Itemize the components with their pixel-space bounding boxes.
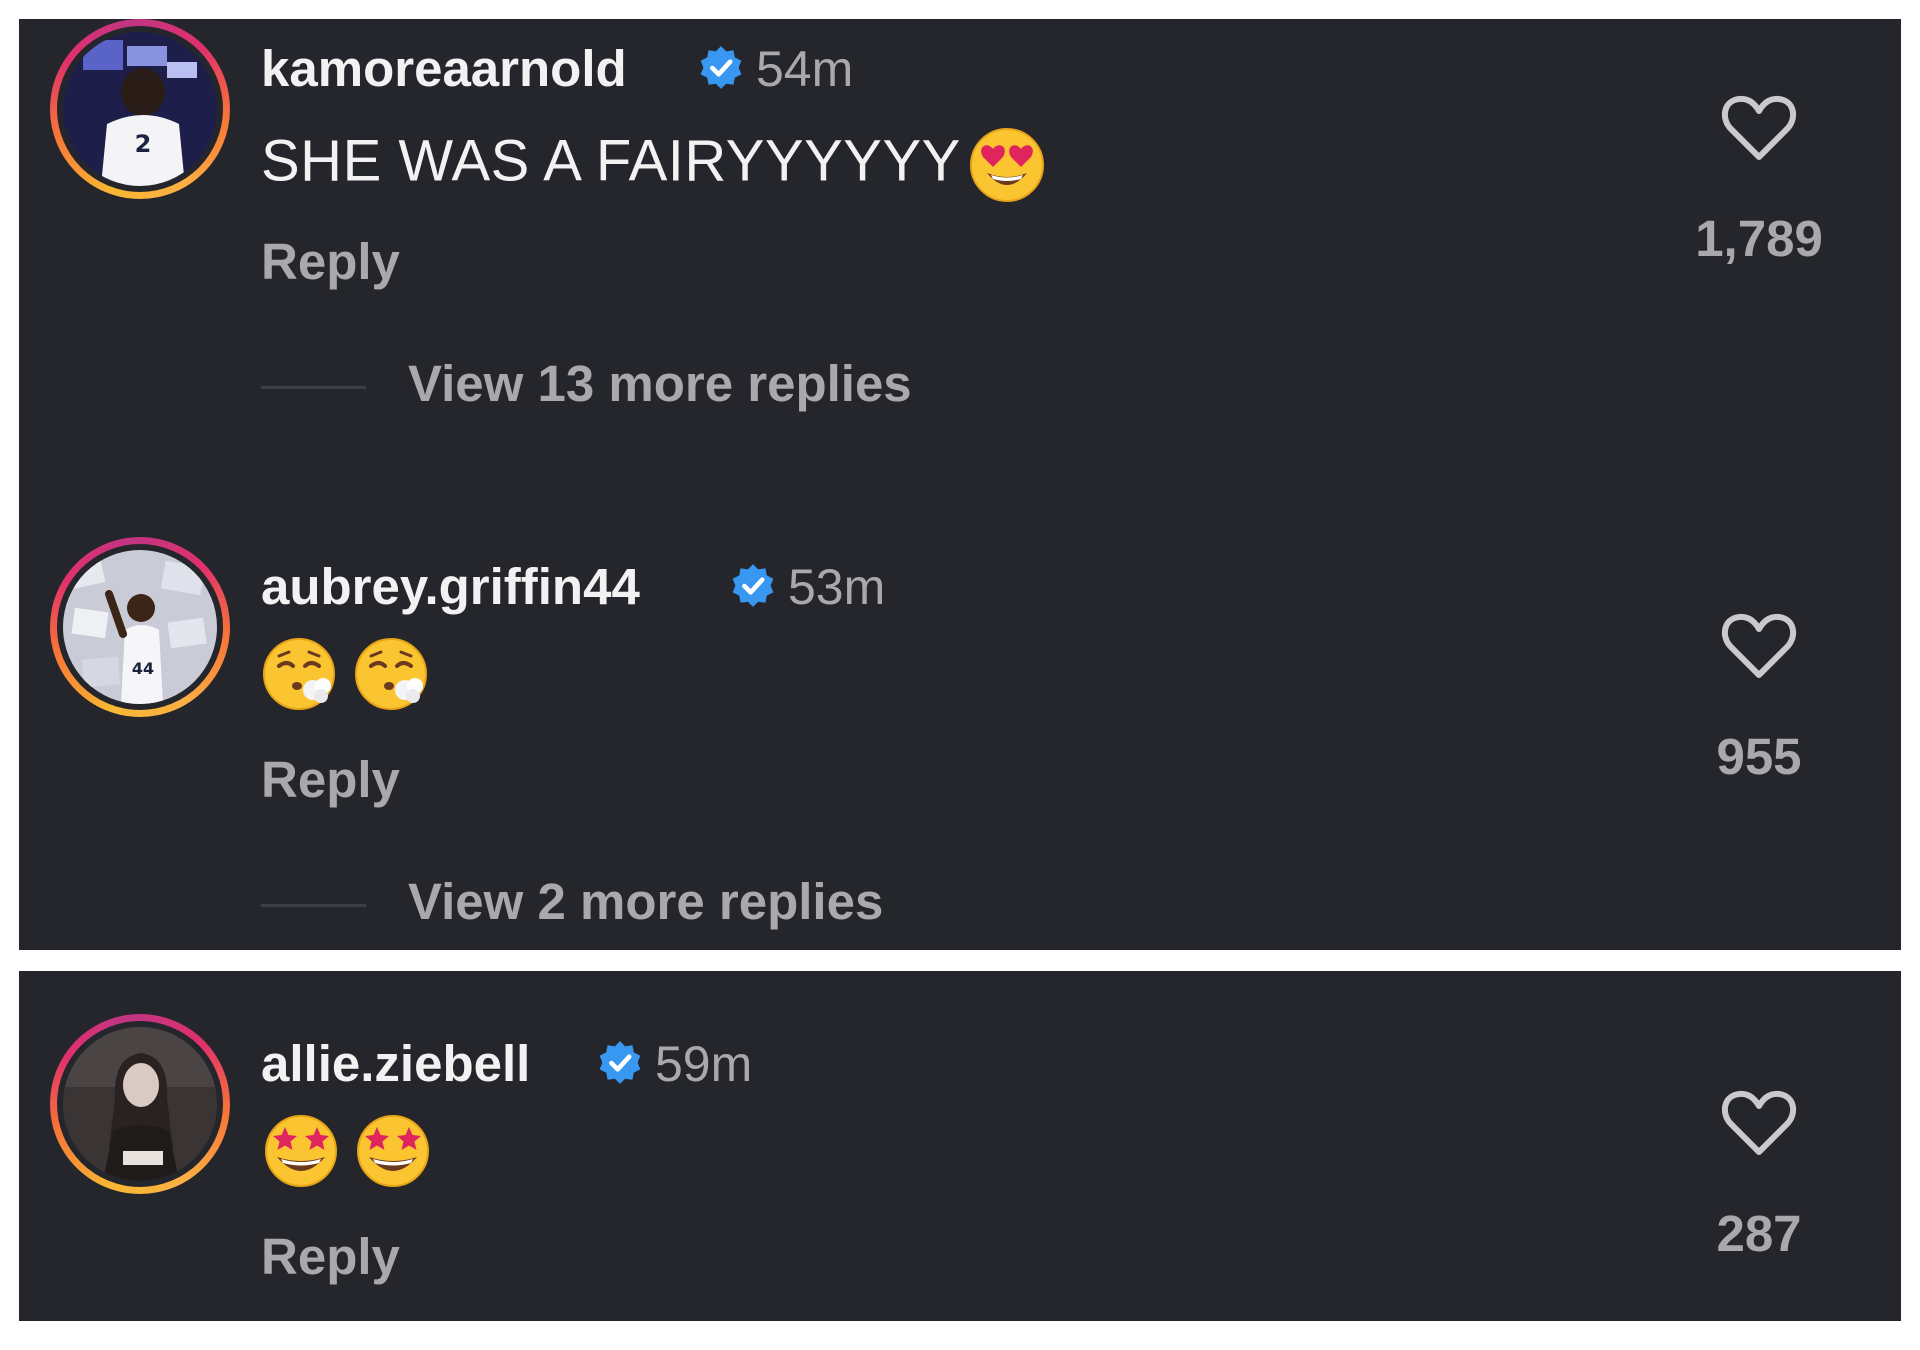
- star-struck-emoji-icon: [261, 1111, 341, 1191]
- like-button[interactable]: [1719, 609, 1799, 681]
- like-count: 287: [1716, 1205, 1802, 1262]
- comment-text: SHE WAS A FAIRYYYYYY: [261, 127, 1045, 203]
- avatar[interactable]: 2: [63, 32, 217, 186]
- verified-badge-icon: [698, 45, 744, 91]
- avatar[interactable]: [63, 1027, 217, 1181]
- heart-eyes-emoji-icon: [969, 127, 1045, 203]
- replies-divider: [261, 904, 366, 907]
- comment-timestamp: 54m: [756, 41, 854, 97]
- reply-button[interactable]: Reply: [261, 754, 400, 805]
- avatar-photo: 2: [63, 32, 217, 186]
- face-exhaling-emoji-icon: [353, 634, 433, 714]
- comment-username[interactable]: kamoreaarnold: [261, 43, 627, 94]
- comment-text-content: SHE WAS A FAIRYYYYYY: [261, 128, 961, 194]
- comment-timestamp: 53m: [788, 559, 886, 615]
- comment-item: 2 kamoreaarnold 54m SHE WAS A FAIRYYYYYY: [19, 19, 1901, 319]
- view-more-replies-button[interactable]: View 13 more replies: [261, 358, 1061, 414]
- reply-button[interactable]: Reply: [261, 1231, 400, 1282]
- heart-icon: [1721, 1090, 1797, 1155]
- comment-username[interactable]: allie.ziebell: [261, 1038, 530, 1089]
- star-struck-emoji-icon: [353, 1111, 433, 1191]
- avatar-photo: 44: [63, 550, 217, 704]
- comment-timestamp: 59m: [655, 1036, 753, 1092]
- replies-divider: [261, 386, 366, 389]
- like-count: 955: [1716, 728, 1802, 785]
- heart-icon: [1721, 613, 1797, 678]
- like-button[interactable]: [1719, 1086, 1799, 1158]
- view-replies-label: View 2 more replies: [408, 873, 884, 930]
- avatar[interactable]: 44: [63, 550, 217, 704]
- verified-badge-icon: [730, 563, 776, 609]
- verified-badge-icon: [597, 1040, 643, 1086]
- reply-button[interactable]: Reply: [261, 236, 400, 287]
- heart-icon: [1721, 95, 1797, 160]
- comments-panel: 2 kamoreaarnold 54m SHE WAS A FAIRYYYYYY: [19, 19, 1901, 950]
- svg-text:44: 44: [132, 659, 154, 678]
- svg-text:2: 2: [135, 130, 152, 158]
- avatar-story-ring[interactable]: 44: [50, 537, 230, 717]
- view-more-replies-button[interactable]: View 2 more replies: [261, 876, 1061, 932]
- comment-item: 44 aubrey.griffin44 53m Reply 955: [19, 537, 1901, 837]
- comment-username[interactable]: aubrey.griffin44: [261, 561, 640, 612]
- comment-text: [261, 1111, 433, 1191]
- like-button[interactable]: [1719, 91, 1799, 163]
- comment-text: [261, 634, 433, 714]
- avatar-story-ring[interactable]: 2: [50, 19, 230, 199]
- avatar-photo: [63, 1027, 217, 1181]
- view-replies-label: View 13 more replies: [408, 355, 912, 412]
- avatar-story-ring[interactable]: [50, 1014, 230, 1194]
- face-exhaling-emoji-icon: [261, 634, 341, 714]
- comment-item: allie.ziebell 59m Reply 287: [19, 1014, 1901, 1314]
- like-count: 1,789: [1695, 210, 1823, 267]
- comments-panel: allie.ziebell 59m Reply 287: [19, 971, 1901, 1321]
